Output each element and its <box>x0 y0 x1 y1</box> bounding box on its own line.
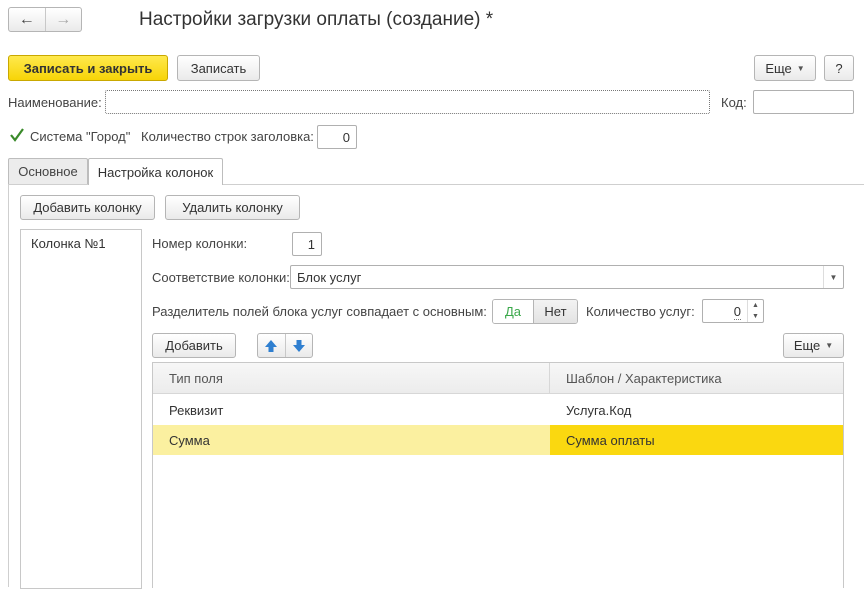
caret-down-icon: ▼ <box>796 63 805 73</box>
table-row[interactable]: Реквизит Услуга.Код <box>153 395 843 425</box>
name-label: Наименование: <box>8 95 102 110</box>
no-option[interactable]: Нет <box>534 300 577 323</box>
header-template[interactable]: Шаблон / Характеристика <box>550 363 843 394</box>
move-up-button[interactable] <box>258 334 286 357</box>
add-row-button[interactable]: Добавить <box>152 333 236 358</box>
name-field[interactable] <box>105 90 710 114</box>
cell-template: Сумма оплаты <box>550 425 843 455</box>
column-number-label: Номер колонки: <box>152 236 248 251</box>
spin-up-icon[interactable]: ▲ <box>748 300 763 311</box>
code-field[interactable] <box>753 90 854 114</box>
arrow-right-icon: → <box>55 10 72 28</box>
yes-no-toggle: Да Нет <box>492 299 578 324</box>
dropdown-button[interactable]: ▼ <box>823 266 843 288</box>
services-count-label: Количество услуг: <box>586 304 695 319</box>
list-item[interactable]: Колонка №1 <box>21 230 141 258</box>
separator-label: Разделитель полей блока услуг совпадает … <box>152 304 487 319</box>
save-button[interactable]: Записать <box>177 55 260 81</box>
more-button[interactable]: Еще ▼ <box>754 55 816 81</box>
table-more-button[interactable]: Еще ▼ <box>783 333 844 358</box>
checkmark-icon <box>10 128 24 142</box>
spin-buttons[interactable]: ▲ ▼ <box>747 300 763 322</box>
header-rows-label: Количество строк заголовка: <box>141 129 314 144</box>
save-and-close-button[interactable]: Записать и закрыть <box>8 55 168 81</box>
arrow-left-icon: ← <box>18 10 35 28</box>
system-checkbox-label: Система "Город" <box>30 129 131 144</box>
move-down-button[interactable] <box>286 334 313 357</box>
spin-down-icon[interactable]: ▼ <box>748 311 763 322</box>
cell-field-type: Реквизит <box>169 402 224 418</box>
tab-panel: Добавить колонку Удалить колонку Колонка… <box>8 184 864 589</box>
tab-main[interactable]: Основное <box>8 158 88 184</box>
system-checkbox[interactable] <box>10 128 24 142</box>
cell-field-type: Сумма <box>153 425 550 455</box>
column-match-label: Соответствие колонки: <box>152 270 290 285</box>
arrow-down-icon <box>292 339 305 352</box>
help-button[interactable]: ? <box>824 55 854 81</box>
code-label: Код: <box>721 95 747 110</box>
columns-list: Колонка №1 <box>20 229 142 589</box>
services-count-field[interactable]: 0 ▲ ▼ <box>702 299 764 323</box>
services-count-value: 0 <box>733 304 741 320</box>
header-rows-field[interactable]: 0 <box>317 125 357 149</box>
caret-down-icon: ▼ <box>825 341 834 350</box>
column-match-value: Блок услуг <box>297 270 362 285</box>
header-field-type[interactable]: Тип поля <box>153 363 550 394</box>
back-button[interactable]: ← <box>9 8 46 31</box>
delete-column-button[interactable]: Удалить колонку <box>165 195 300 220</box>
yes-option[interactable]: Да <box>493 300 534 323</box>
column-match-select[interactable]: Блок услуг ▼ <box>290 265 844 289</box>
fields-table: Тип поля Шаблон / Характеристика Реквизи… <box>152 362 844 588</box>
column-number-field[interactable]: 1 <box>292 232 322 256</box>
forward-button[interactable]: → <box>46 8 82 31</box>
table-more-label: Еще <box>793 338 821 353</box>
more-label: Еще <box>765 60 792 76</box>
caret-down-icon: ▼ <box>829 272 838 282</box>
cell-template: Услуга.Код <box>566 402 632 418</box>
arrow-up-icon <box>265 339 278 352</box>
page-title: Настройки загрузки оплаты (создание) * <box>139 9 494 30</box>
table-row-selected[interactable]: Сумма Сумма оплаты <box>153 425 843 455</box>
move-buttons <box>257 333 313 358</box>
nav-group: ← → <box>8 7 82 32</box>
add-column-button[interactable]: Добавить колонку <box>20 195 155 220</box>
tab-columns-settings[interactable]: Настройка колонок <box>88 158 223 185</box>
